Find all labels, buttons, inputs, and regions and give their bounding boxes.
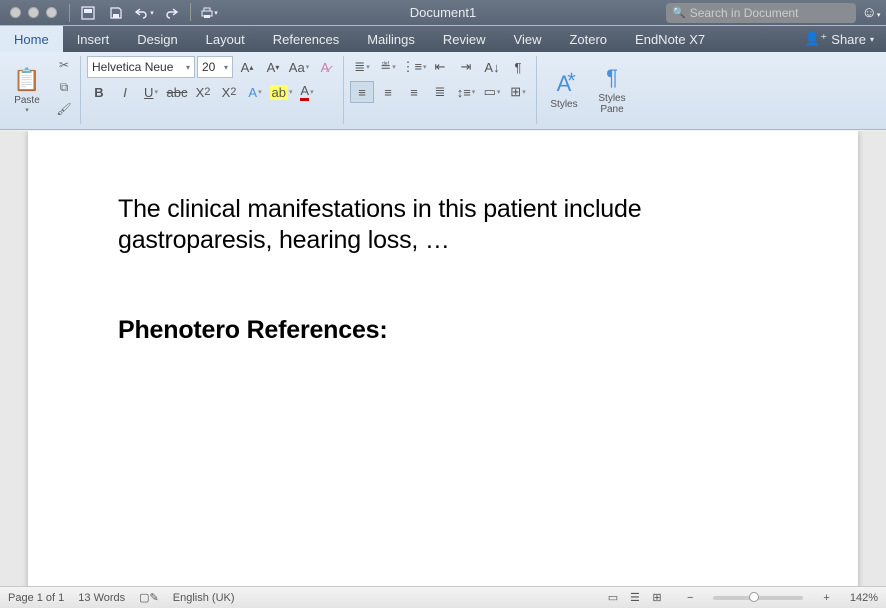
minimize-window-icon[interactable] bbox=[28, 7, 39, 18]
share-icon: 👤⁺ bbox=[804, 31, 827, 47]
tab-design[interactable]: Design bbox=[123, 26, 191, 52]
zoom-slider[interactable] bbox=[713, 596, 803, 600]
tab-endnote[interactable]: EndNote X7 bbox=[621, 26, 719, 52]
undo-icon[interactable]: ▾ bbox=[132, 3, 156, 23]
tab-references[interactable]: References bbox=[259, 26, 353, 52]
font-color-icon[interactable]: A▾ bbox=[295, 81, 319, 103]
view-buttons: ▭ ☰ ⊞ bbox=[603, 590, 667, 606]
spellcheck-icon[interactable]: ▢✎ bbox=[139, 591, 159, 604]
clipboard-icon: 📋 bbox=[13, 67, 40, 93]
document-canvas[interactable]: The clinical manifestations in this pati… bbox=[0, 131, 886, 586]
maximize-window-icon[interactable] bbox=[46, 7, 57, 18]
status-bar: Page 1 of 1 13 Words ▢✎ English (UK) ▭ ☰… bbox=[0, 586, 886, 608]
ribbon: 📋 Paste ▾ ✂ ⧉ 🖌 Helvetica Neue▾ 20▾ A▴ A… bbox=[0, 52, 886, 130]
language-status[interactable]: English (UK) bbox=[173, 592, 235, 604]
zoom-level[interactable]: 142% bbox=[850, 592, 878, 604]
align-right-icon[interactable]: ≡ bbox=[402, 81, 426, 103]
font-group: Helvetica Neue▾ 20▾ A▴ A▾ Aa▾ A̷ B I U▾ … bbox=[87, 56, 337, 103]
styles-pane-button[interactable]: ¶ Styles Pane bbox=[591, 56, 633, 124]
styles-button[interactable]: A⃰ Styles bbox=[543, 56, 585, 124]
word-count[interactable]: 13 Words bbox=[78, 592, 125, 604]
ribbon-tabs: Home Insert Design Layout References Mai… bbox=[0, 26, 886, 52]
highlight-icon[interactable]: ab▾ bbox=[269, 81, 293, 103]
shading-icon[interactable]: ▭▾ bbox=[480, 81, 504, 103]
number-list-icon[interactable]: ≝▾ bbox=[376, 56, 400, 78]
clear-formatting-icon[interactable]: A̷ bbox=[313, 56, 337, 78]
web-layout-icon[interactable]: ⊞ bbox=[647, 590, 667, 606]
align-left-icon[interactable]: ≡ bbox=[350, 81, 374, 103]
page[interactable]: The clinical manifestations in this pati… bbox=[28, 131, 858, 586]
paragraph-group: ≣▾ ≝▾ ⋮≡▾ ⇤ ⇥ A↓ ¶ ≡ ≡ ≡ ≣ ↕≡▾ ▭▾ ⊞▾ bbox=[350, 56, 530, 103]
multilevel-list-icon[interactable]: ⋮≡▾ bbox=[402, 56, 426, 78]
tab-review[interactable]: Review bbox=[429, 26, 500, 52]
font-name-dropdown[interactable]: Helvetica Neue▾ bbox=[87, 56, 195, 78]
quick-access-toolbar: ▾ ▾ bbox=[72, 3, 225, 23]
heading[interactable]: Phenotero References: bbox=[118, 315, 768, 346]
autosave-icon[interactable] bbox=[76, 3, 100, 23]
bullet-list-icon[interactable]: ≣▾ bbox=[350, 56, 374, 78]
justify-icon[interactable]: ≣ bbox=[428, 81, 452, 103]
share-button[interactable]: 👤⁺ Share ▾ bbox=[792, 26, 886, 52]
shrink-font-icon[interactable]: A▾ bbox=[261, 56, 285, 78]
redo-icon[interactable] bbox=[160, 3, 184, 23]
underline-button[interactable]: U▾ bbox=[139, 81, 163, 103]
borders-icon[interactable]: ⊞▾ bbox=[506, 81, 530, 103]
search-icon: 🔍 bbox=[672, 6, 686, 19]
feedback-icon[interactable]: ☺▾ bbox=[856, 4, 886, 21]
line-spacing-icon[interactable]: ↕≡▾ bbox=[454, 81, 478, 103]
page-status[interactable]: Page 1 of 1 bbox=[8, 592, 64, 604]
search-placeholder: Search in Document bbox=[690, 6, 799, 20]
tab-insert[interactable]: Insert bbox=[63, 26, 124, 52]
focus-mode-icon[interactable]: ▭ bbox=[603, 590, 623, 606]
subscript-button[interactable]: X2 bbox=[191, 81, 215, 103]
strikethrough-button[interactable]: abc bbox=[165, 81, 189, 103]
change-case-icon[interactable]: Aa▾ bbox=[287, 56, 311, 78]
close-window-icon[interactable] bbox=[10, 7, 21, 18]
superscript-button[interactable]: X2 bbox=[217, 81, 241, 103]
zoom-out-button[interactable]: − bbox=[681, 592, 699, 604]
tab-layout[interactable]: Layout bbox=[192, 26, 259, 52]
cut-icon[interactable]: ✂ bbox=[54, 56, 74, 74]
zoom-in-button[interactable]: + bbox=[817, 592, 835, 604]
print-icon[interactable]: ▾ bbox=[197, 3, 221, 23]
search-input[interactable]: 🔍 Search in Document bbox=[666, 3, 856, 23]
align-center-icon[interactable]: ≡ bbox=[376, 81, 400, 103]
sort-icon[interactable]: A↓ bbox=[480, 56, 504, 78]
bold-button[interactable]: B bbox=[87, 81, 111, 103]
font-size-dropdown[interactable]: 20▾ bbox=[197, 56, 233, 78]
format-painter-icon[interactable]: 🖌 bbox=[54, 100, 74, 118]
save-icon[interactable] bbox=[104, 3, 128, 23]
tab-home[interactable]: Home bbox=[0, 26, 63, 52]
styles-icon: A⃰ bbox=[557, 71, 572, 97]
tab-view[interactable]: View bbox=[500, 26, 556, 52]
document-title: Document1 bbox=[410, 5, 476, 20]
text-effects-icon[interactable]: A▾ bbox=[243, 81, 267, 103]
show-marks-icon[interactable]: ¶ bbox=[506, 56, 530, 78]
paragraph[interactable]: The clinical manifestations in this pati… bbox=[118, 194, 768, 257]
print-layout-icon[interactable]: ☰ bbox=[625, 590, 645, 606]
paste-button[interactable]: 📋 Paste ▾ bbox=[6, 56, 48, 124]
window-controls bbox=[0, 7, 67, 18]
title-bar: ▾ ▾ Document1 🔍 Search in Document ☺▾ bbox=[0, 0, 886, 26]
increase-indent-icon[interactable]: ⇥ bbox=[454, 56, 478, 78]
grow-font-icon[interactable]: A▴ bbox=[235, 56, 259, 78]
copy-icon[interactable]: ⧉ bbox=[54, 78, 74, 96]
decrease-indent-icon[interactable]: ⇤ bbox=[428, 56, 452, 78]
tab-zotero[interactable]: Zotero bbox=[555, 26, 621, 52]
styles-pane-icon: ¶ bbox=[606, 65, 618, 91]
tab-mailings[interactable]: Mailings bbox=[353, 26, 429, 52]
italic-button[interactable]: I bbox=[113, 81, 137, 103]
